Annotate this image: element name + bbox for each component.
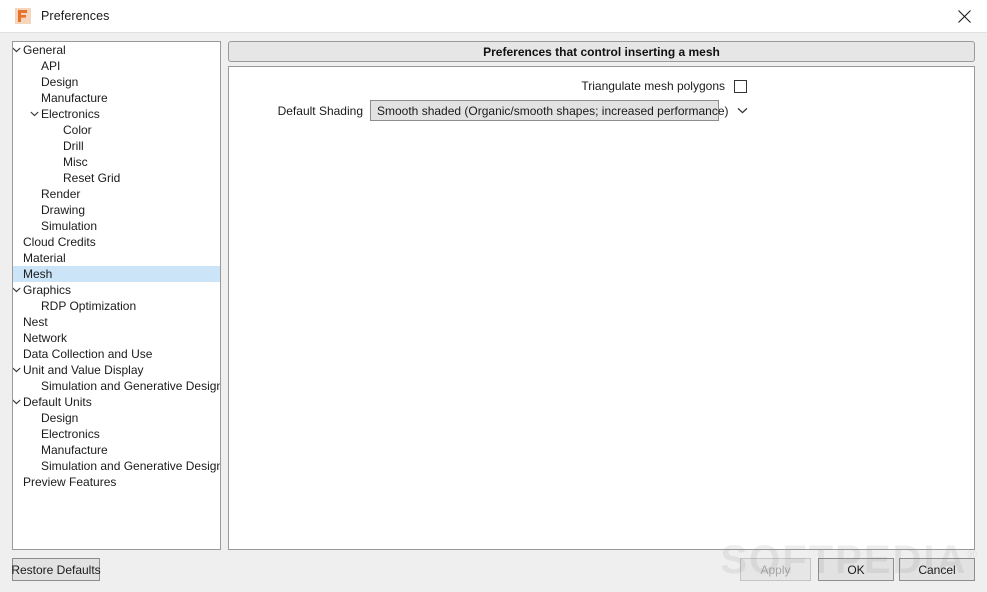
default-shading-row: Default Shading Smooth shaded (Organic/s… bbox=[229, 100, 748, 121]
sidebar-item-label: Nest bbox=[23, 315, 48, 329]
sidebar-item-manufacture[interactable]: Manufacture bbox=[13, 90, 220, 106]
chevron-down-icon[interactable] bbox=[27, 111, 41, 117]
sidebar-item-label: Electronics bbox=[41, 427, 100, 441]
sidebar-item-label: Manufacture bbox=[41, 443, 108, 457]
chevron-down-icon[interactable] bbox=[13, 399, 23, 405]
apply-button[interactable]: Apply bbox=[740, 558, 811, 581]
sidebar-item-label: RDP Optimization bbox=[41, 299, 137, 313]
sidebar-item-label: Render bbox=[41, 187, 81, 201]
sidebar-item-simulation-and-generative-design[interactable]: Simulation and Generative Design bbox=[13, 458, 220, 474]
sidebar-item-manufacture[interactable]: Manufacture bbox=[13, 442, 220, 458]
default-shading-select[interactable]: Smooth shaded (Organic/smooth shapes; in… bbox=[370, 100, 748, 121]
sidebar-item-label: Design bbox=[41, 411, 79, 425]
sidebar-item-label: Manufacture bbox=[41, 91, 108, 105]
preferences-content: Preferences that control inserting a mes… bbox=[228, 41, 975, 550]
sidebar-item-label: Drawing bbox=[41, 203, 86, 217]
triangulate-mesh-polygons-row: Triangulate mesh polygons bbox=[229, 79, 747, 93]
cancel-button[interactable]: Cancel bbox=[899, 558, 975, 581]
sidebar-item-mesh[interactable]: Mesh bbox=[13, 266, 220, 282]
sidebar-item-label: Color bbox=[63, 123, 92, 137]
sidebar-item-rdp-optimization[interactable]: RDP Optimization bbox=[13, 298, 220, 314]
sidebar-item-simulation-and-generative-design[interactable]: Simulation and Generative Design bbox=[13, 378, 220, 394]
sidebar-item-label: Graphics bbox=[23, 283, 72, 297]
sidebar-item-label: Design bbox=[41, 75, 79, 89]
sidebar-item-render[interactable]: Render bbox=[13, 186, 220, 202]
sidebar-item-general[interactable]: General bbox=[13, 42, 220, 58]
sidebar-item-label: Simulation and Generative Design bbox=[41, 459, 221, 473]
restore-defaults-button[interactable]: Restore Defaults bbox=[11, 558, 101, 581]
sidebar-item-api[interactable]: API bbox=[13, 58, 220, 74]
sidebar-item-label: Mesh bbox=[23, 267, 53, 281]
fusion360-logo-icon bbox=[15, 8, 31, 24]
dialog-body: General API Design Manufacture Electronics Co… bbox=[0, 32, 987, 592]
sidebar-item-nest[interactable]: Nest bbox=[13, 314, 220, 330]
triangulate-mesh-polygons-checkbox[interactable] bbox=[734, 79, 747, 93]
sidebar-item-reset-grid[interactable]: Reset Grid bbox=[13, 170, 220, 186]
sidebar-item-drawing[interactable]: Drawing bbox=[13, 202, 220, 218]
default-shading-value: Smooth shaded (Organic/smooth shapes; in… bbox=[377, 103, 729, 118]
sidebar-item-data-collection-and-use[interactable]: Data Collection and Use bbox=[13, 346, 220, 362]
content-group-title: Preferences that control inserting a mes… bbox=[228, 41, 975, 62]
chevron-down-icon[interactable] bbox=[13, 47, 23, 53]
chevron-down-icon[interactable] bbox=[13, 287, 23, 293]
sidebar-item-label: Preview Features bbox=[23, 475, 117, 489]
triangulate-mesh-polygons-label: Triangulate mesh polygons bbox=[581, 79, 725, 93]
sidebar-item-label: Drill bbox=[63, 139, 84, 153]
sidebar-item-drill[interactable]: Drill bbox=[13, 138, 220, 154]
preferences-tree[interactable]: General API Design Manufacture Electronics Co… bbox=[12, 41, 221, 550]
sidebar-item-simulation[interactable]: Simulation bbox=[13, 218, 220, 234]
sidebar-item-preview-features[interactable]: Preview Features bbox=[13, 474, 220, 490]
sidebar-item-label: Data Collection and Use bbox=[23, 347, 153, 361]
sidebar-item-electronics[interactable]: Electronics bbox=[13, 106, 220, 122]
sidebar-item-label: General bbox=[23, 43, 66, 57]
sidebar-item-design[interactable]: Design bbox=[13, 410, 220, 426]
preferences-dialog: Preferences General API Design Manufacture E… bbox=[0, 0, 987, 592]
sidebar-item-cloud-credits[interactable]: Cloud Credits bbox=[13, 234, 220, 250]
sidebar-item-label: Cloud Credits bbox=[23, 235, 96, 249]
sidebar-item-label: Simulation bbox=[41, 219, 98, 233]
sidebar-item-label: Electronics bbox=[41, 107, 100, 121]
sidebar-item-design[interactable]: Design bbox=[13, 74, 220, 90]
sidebar-item-label: Simulation and Generative Design bbox=[41, 379, 221, 393]
chevron-down-icon bbox=[735, 107, 751, 114]
sidebar-item-label: Network bbox=[23, 331, 68, 345]
sidebar-item-graphics[interactable]: Graphics bbox=[13, 282, 220, 298]
sidebar-item-color[interactable]: Color bbox=[13, 122, 220, 138]
window-title: Preferences bbox=[41, 9, 110, 23]
sidebar-item-label: API bbox=[41, 59, 61, 73]
sidebar-item-label: Default Units bbox=[23, 395, 92, 409]
chevron-down-icon[interactable] bbox=[13, 367, 23, 373]
sidebar-item-label: Misc bbox=[63, 155, 88, 169]
sidebar-item-unit-and-value-display[interactable]: Unit and Value Display bbox=[13, 362, 220, 378]
sidebar-item-material[interactable]: Material bbox=[13, 250, 220, 266]
window-titlebar: Preferences bbox=[0, 0, 987, 32]
content-body: Triangulate mesh polygons Default Shadin… bbox=[228, 66, 975, 550]
sidebar-item-label: Unit and Value Display bbox=[23, 363, 144, 377]
sidebar-item-electronics[interactable]: Electronics bbox=[13, 426, 220, 442]
sidebar-item-default-units[interactable]: Default Units bbox=[13, 394, 220, 410]
default-shading-label: Default Shading bbox=[277, 103, 363, 118]
sidebar-item-misc[interactable]: Misc bbox=[13, 154, 220, 170]
sidebar-item-label: Material bbox=[23, 251, 66, 265]
close-icon[interactable] bbox=[941, 0, 987, 32]
sidebar-item-network[interactable]: Network bbox=[13, 330, 220, 346]
sidebar-item-label: Reset Grid bbox=[63, 171, 121, 185]
ok-button[interactable]: OK bbox=[818, 558, 894, 581]
